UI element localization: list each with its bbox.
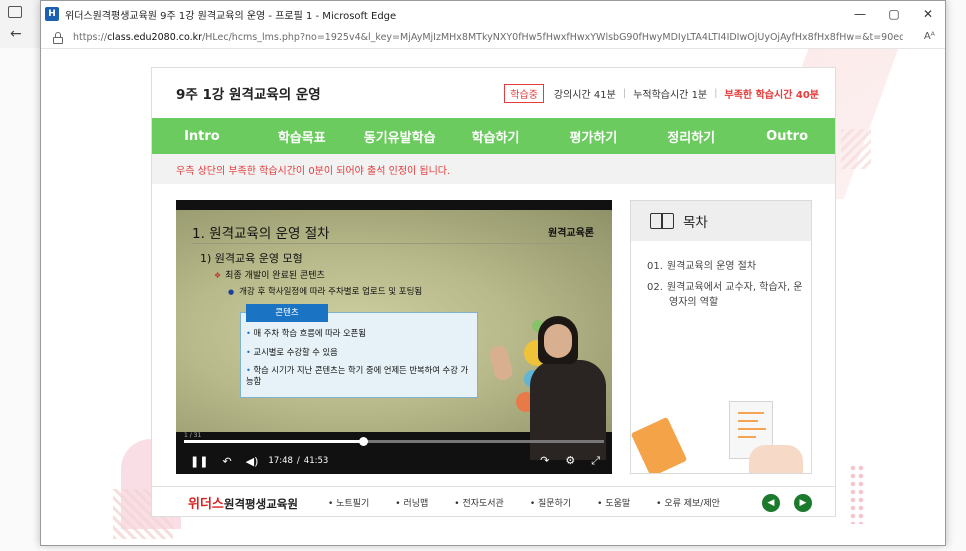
slide-subject: 원격교육론 [548, 228, 594, 239]
popup-window: H 위더스원격평생교육원 9주 1강 원격교육의 운영 - 프로필 1 - Mi… [40, 0, 946, 546]
toc-header: 목차 [631, 201, 811, 241]
pause-icon[interactable]: ❚❚ [190, 455, 208, 468]
notebook-illustration [631, 416, 688, 473]
site-favicon-icon: H [45, 7, 59, 21]
read-aloud-icon[interactable]: Aᴬ [924, 31, 935, 42]
nav-outro[interactable]: Outro [739, 129, 835, 144]
video-player[interactable]: 1. 원격교육의 운영 절차 원격교육론 1) 원격교육 운영 모형 최종 개발… [176, 200, 612, 474]
window-title: 위더스원격평생교육원 9주 1강 원격교육의 운영 - 프로필 1 - Micr… [65, 10, 397, 22]
minimize-button[interactable]: — [843, 1, 877, 27]
player-footer: 위더스원격평생교육원 노트필기 러닝맵 전자도서관 질문하기 도움말 오류 제보… [152, 486, 835, 518]
hand-illustration [749, 445, 803, 473]
accumulated-time: 누적학습시간 1분 [633, 90, 708, 101]
url-host: class.edu2080.co.kr [107, 32, 203, 43]
slide-bullet: 매 주차 학습 흐름에 따라 오픈됨 [246, 328, 474, 339]
slide-bullet: 학습 시기가 지난 콘텐츠는 학기 중에 언제든 반복하여 수강 가능함 [246, 365, 474, 387]
toc-item-label: 원격교육에서 교수자, 학습자, 운영자의 역할 [666, 282, 803, 308]
status-badge: 학습중 [504, 84, 544, 103]
lecture-player: 9주 1강 원격교육의 운영 학습중 강의시간 41분 | 누적학습시간 1분 … [151, 67, 836, 517]
link-report-error[interactable]: 오류 제보/제안 [656, 496, 720, 509]
page-content: 9주 1강 원격교육의 운영 학습중 강의시간 41분 | 누적학습시간 1분 … [41, 49, 945, 545]
separator: | [622, 88, 627, 99]
book-icon [649, 213, 675, 229]
link-help[interactable]: 도움말 [597, 496, 630, 509]
site-logo: 위더스원격평생교육원 [188, 497, 298, 512]
nav-learning[interactable]: 학습하기 [448, 127, 544, 146]
maximize-button[interactable]: ▢ [877, 1, 911, 27]
section-nav: Intro 학습목표 동기유발학습 학습하기 평가하기 정리하기 Outro [152, 118, 835, 154]
total-time: 41:53 [303, 456, 329, 466]
fullscreen-icon[interactable]: ⤢ [591, 454, 600, 468]
course-title: 9주 1강 원격교육의 운영 [176, 87, 321, 103]
seek-bar-fill [184, 440, 363, 443]
lock-icon[interactable] [53, 31, 63, 44]
chapter-mark: 1 / 31 [184, 432, 202, 439]
close-button[interactable]: ✕ [911, 1, 945, 27]
window-controls: — ▢ ✕ [843, 1, 945, 27]
nav-evaluation[interactable]: 평가하기 [543, 127, 643, 146]
nav-objectives[interactable]: 학습목표 [252, 127, 352, 146]
link-ask-question[interactable]: 질문하기 [530, 496, 571, 509]
slide-point: 개강 후 학사일정에 따라 주차별로 업로드 및 포팅됨 [228, 285, 422, 297]
video-controls: ❚❚ ↶ ◀) 17:48 / 41:53 ↷ ⚙ ⤢ [176, 448, 612, 474]
address-bar[interactable]: https://class.edu2080.co.kr/HLec/hcms_lm… [41, 27, 945, 49]
title-bar: H 위더스원격평생교육원 9주 1강 원격교육의 운영 - 프로필 1 - Mi… [41, 1, 945, 27]
nav-motivation[interactable]: 동기유발학습 [352, 127, 448, 146]
lecture-slide: 1. 원격교육의 운영 절차 원격교육론 1) 원격교육 운영 모형 최종 개발… [176, 210, 612, 460]
slide-box-tag: 콘텐츠 [246, 304, 328, 322]
shortfall-time: 부족한 학습시간 40분 [724, 90, 819, 101]
seek-bar-handle[interactable] [358, 437, 368, 446]
decor-dots [849, 464, 865, 524]
url-path: /HLec/hcms_lms.php?no=1925v4&l_key=MjAyM… [202, 32, 903, 43]
toc-item-number: 01. [647, 261, 663, 272]
link-learning-map[interactable]: 러닝맵 [395, 496, 428, 509]
previous-page-button[interactable]: ◀ [762, 494, 780, 512]
seek-bar[interactable] [184, 437, 604, 446]
back-arrow-icon[interactable]: ← [10, 26, 22, 42]
toc-item-number: 02. [647, 282, 663, 293]
separator: | [714, 88, 718, 99]
forward-10-icon[interactable]: ↷ [540, 454, 549, 468]
background-page-left [0, 0, 40, 551]
nav-summary[interactable]: 정리하기 [643, 127, 739, 146]
slide-subheading: 최종 개발이 완료된 콘텐츠 [214, 268, 325, 281]
slide-heading: 1) 원격교육 운영 모형 [200, 252, 303, 265]
player-header: 9주 1강 원격교육의 운영 학습중 강의시간 41분 | 누적학습시간 1분 … [152, 68, 835, 118]
background-page-right [946, 0, 966, 551]
table-of-contents: 목차 01. 원격교육의 운영 절차 02. 원격교육에서 교수자, 학습자, 운영… [630, 200, 812, 474]
presenter-figure [487, 302, 612, 460]
replay-icon[interactable]: ↶ [222, 455, 231, 468]
next-page-button[interactable]: ▶ [794, 494, 812, 512]
time-separator: / [296, 456, 300, 466]
background-tabbar: ← [0, 0, 40, 48]
current-time: 17:48 [268, 456, 293, 466]
url-text[interactable]: https://class.edu2080.co.kr/HLec/hcms_lm… [73, 32, 903, 43]
notice-text: 우측 상단의 부족한 학습시간이 0분이 되어야 출석 인정이 됩니다. [176, 165, 451, 177]
slide-title: 1. 원격교육의 운영 절차 [192, 226, 330, 242]
lecture-time: 강의시간 41분 [553, 90, 616, 101]
settings-icon[interactable]: ⚙ [565, 454, 575, 468]
link-notes[interactable]: 노트필기 [328, 496, 369, 509]
toc-item-label: 원격교육의 운영 절차 [666, 261, 757, 272]
attendance-notice: 우측 상단의 부족한 학습시간이 0분이 되어야 출석 인정이 됩니다. [152, 154, 835, 184]
volume-icon[interactable]: ◀) [246, 455, 259, 468]
toc-item-2[interactable]: 02. 원격교육에서 교수자, 학습자, 운영자의 역할 [647, 280, 807, 310]
video-controls-right: ↷ ⚙ ⤢ [540, 454, 600, 468]
link-e-library[interactable]: 전자도서관 [454, 496, 503, 509]
footer-links: 노트필기 러닝맵 전자도서관 질문하기 도움말 오류 제보/제안 [328, 496, 746, 509]
tab-actions-icon[interactable] [8, 6, 22, 18]
study-time-status: 학습중 강의시간 41분 | 누적학습시간 1분 | 부족한 학습시간 40분 [504, 84, 819, 103]
toc-item-1[interactable]: 01. 원격교육의 운영 절차 [647, 259, 807, 274]
toc-title: 목차 [683, 215, 708, 231]
decor-stripes [841, 129, 871, 169]
nav-intro[interactable]: Intro [152, 129, 252, 144]
slide-bullet: 교시별로 수강할 수 있음 [246, 347, 474, 358]
slide-divider [192, 243, 602, 244]
